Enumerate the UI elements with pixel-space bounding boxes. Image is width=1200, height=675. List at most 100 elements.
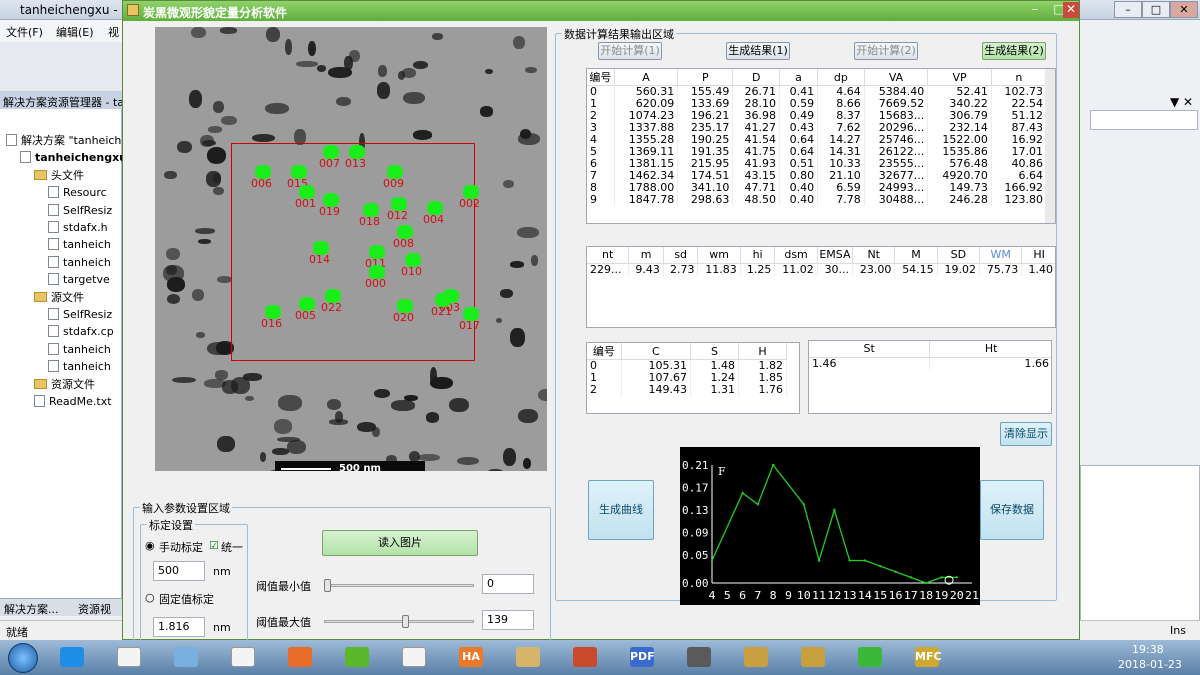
read-image-button[interactable]: 读入图片 [322, 530, 478, 556]
particle-table-header[interactable]: n [991, 69, 1048, 86]
menu-file[interactable]: 文件(F) [6, 24, 43, 40]
stats-table-header[interactable]: dsm [774, 247, 818, 264]
gen-result-2-button[interactable]: 生成结果(2) [982, 42, 1046, 60]
taskbar-file-icon[interactable] [231, 647, 255, 667]
vs-maximize-button[interactable]: □ [1142, 1, 1170, 18]
summary-table-row[interactable]: 1.46 1.66 [809, 357, 1051, 370]
thresh-min-slider[interactable] [324, 584, 474, 587]
tree-item[interactable]: 资源文件 [34, 376, 95, 393]
start-calc-1-button[interactable]: 开始计算(1) [598, 42, 662, 60]
stats-table-header[interactable]: HI [1021, 247, 1055, 264]
stats-table-header[interactable]: M [894, 247, 938, 264]
tree-item[interactable]: tanheich [48, 358, 111, 375]
stats-table-header[interactable]: SD [937, 247, 981, 264]
vs-close-button[interactable]: ✕ [1170, 1, 1198, 18]
stats-table-row[interactable]: 229... 9.43 2.73 11.83 1.25 11.02 30... 23.00 54… [587, 263, 1055, 276]
taskbar-HA-icon[interactable]: HA [459, 647, 483, 667]
taskbar-file-icon[interactable] [402, 647, 426, 667]
unify-checkbox[interactable]: ☑ [209, 539, 219, 552]
taskbar-ie-icon[interactable] [60, 647, 84, 667]
particle-table-header[interactable]: 编号 [587, 69, 615, 86]
tree-item[interactable]: 解决方案 "tanheich [6, 132, 121, 149]
tree-item[interactable]: 源文件 [34, 289, 84, 306]
clear-display-button[interactable]: 清除显示 [1000, 422, 1052, 446]
particle-table-header[interactable]: P [677, 69, 734, 86]
shape-table-header[interactable]: S [690, 343, 739, 360]
thresh-max-thumb[interactable] [401, 615, 409, 628]
particle-table-header[interactable]: VP [927, 69, 992, 86]
taskbar-file-icon[interactable] [117, 647, 141, 667]
tree-item[interactable]: tanheich [48, 254, 111, 271]
tree-item[interactable]: SelfResiz [48, 202, 112, 219]
summary-table-header[interactable]: Ht [929, 341, 1051, 358]
taskbar-clover-icon[interactable] [858, 647, 882, 667]
taskbar-tool-icon[interactable] [744, 647, 768, 667]
taskbar-notepad-icon[interactable] [174, 647, 198, 667]
particle-table-header[interactable]: D [732, 69, 780, 86]
stats-table-header[interactable]: wm [697, 247, 741, 264]
taskbar-ppt-icon[interactable] [288, 647, 312, 667]
manual-radio[interactable]: ◉ [145, 539, 155, 552]
tree-item[interactable]: stdafx.cp [48, 323, 114, 340]
menu-view[interactable]: 视 [108, 24, 119, 40]
gen-curve-button[interactable]: 生成曲线 [588, 480, 654, 540]
taskbar-link-icon[interactable] [573, 647, 597, 667]
fixed-value-input[interactable]: 1.816 [153, 617, 205, 637]
shape-table-row[interactable]: 2 149.43 1.31 1.76 [587, 384, 787, 396]
stats-table-header[interactable]: WM [979, 247, 1023, 264]
vs-minimize-button[interactable]: – [1114, 1, 1142, 18]
particle-table-row[interactable]: 9 1847.78 298.63 48.50 0.40 7.78 30488... 246.2… [587, 194, 1048, 206]
taskbar-MFC-icon[interactable]: MFC [915, 647, 942, 667]
particle-table-header[interactable]: a [779, 69, 819, 86]
vs-right-pin-icon[interactable]: ▼ ✕ [1170, 95, 1193, 109]
tree-item[interactable]: SelfResiz [48, 306, 112, 323]
save-data-button[interactable]: 保存数据 [980, 480, 1044, 540]
tab-resource[interactable]: 资源视 [78, 601, 111, 617]
tree-item[interactable]: tanheich [48, 236, 111, 253]
thresh-max-input[interactable]: 139 [482, 610, 534, 630]
stats-table-header[interactable]: m [628, 247, 664, 264]
taskbar-paint-icon[interactable] [516, 647, 540, 667]
particle-table-header[interactable]: dp [817, 69, 865, 86]
fixed-radio[interactable]: ○ [145, 591, 155, 604]
stats-table-header[interactable]: hi [740, 247, 776, 264]
tab-solution[interactable]: 解决方案... [4, 601, 59, 617]
app-minimize-button[interactable]: – [1023, 2, 1047, 18]
particle-table-header[interactable]: A [614, 69, 679, 86]
taskbar-360-icon[interactable] [345, 647, 369, 667]
tree-item[interactable]: tanheich [48, 341, 111, 358]
shape-table-header[interactable]: H [738, 343, 787, 360]
stats-table-header[interactable]: EMSA [817, 247, 854, 264]
thresh-max-slider[interactable] [324, 620, 474, 623]
shape-table-header[interactable]: 编号 [587, 343, 622, 360]
thresh-min-input[interactable]: 0 [482, 574, 534, 594]
gen-result-1-button[interactable]: 生成结果(1) [726, 42, 790, 60]
particle-table-scrollbar[interactable] [1045, 69, 1055, 223]
shape-table[interactable]: 编号 C S H 0 105.31 1.48 1.82 1 107.67 1.24 1.85 2 149.… [586, 342, 800, 414]
shape-summary-table[interactable]: St Ht 1.46 1.66 [808, 340, 1052, 414]
stats-table[interactable]: nt m sd wm hi dsm EMSA Nt M SD WM HI 229... 9.43 2.73 1… [586, 246, 1056, 328]
particle-table-header[interactable]: VA [864, 69, 929, 86]
taskbar-tool-icon[interactable] [801, 647, 825, 667]
tree-item[interactable]: Resourc [48, 184, 107, 201]
stats-table-header[interactable]: Nt [852, 247, 896, 264]
tree-item[interactable]: 头文件 [34, 167, 84, 184]
thresh-min-thumb[interactable] [324, 579, 331, 592]
stats-table-header[interactable]: sd [663, 247, 699, 264]
stats-table-header[interactable]: nt [587, 247, 630, 264]
tree-item[interactable]: targetve [48, 271, 110, 288]
taskbar-camera-icon[interactable] [687, 647, 711, 667]
menu-edit[interactable]: 编辑(E) [56, 24, 94, 40]
length-input[interactable]: 500 [153, 561, 205, 581]
shape-table-header[interactable]: C [621, 343, 692, 360]
vs-right-dropdown[interactable] [1090, 110, 1198, 130]
tem-micrograph[interactable]: 006 015 007 013 009 001 019 018 012 004 002 008 014 0… [155, 27, 547, 471]
taskbar-PDF-icon[interactable]: PDF [630, 647, 655, 667]
summary-table-header[interactable]: St [809, 341, 931, 358]
app-close-button[interactable]: ✕ [1063, 2, 1079, 18]
tree-item[interactable]: ReadMe.txt [34, 393, 112, 410]
start-button[interactable] [8, 643, 38, 673]
tree-item[interactable]: tanheichengxu [20, 149, 127, 166]
start-calc-2-button[interactable]: 开始计算(2) [854, 42, 918, 60]
particle-table[interactable]: 编号 A P Da dp VA VP n 0 560.31 155.49 26.71 0.41 4.64 5… [586, 68, 1056, 224]
